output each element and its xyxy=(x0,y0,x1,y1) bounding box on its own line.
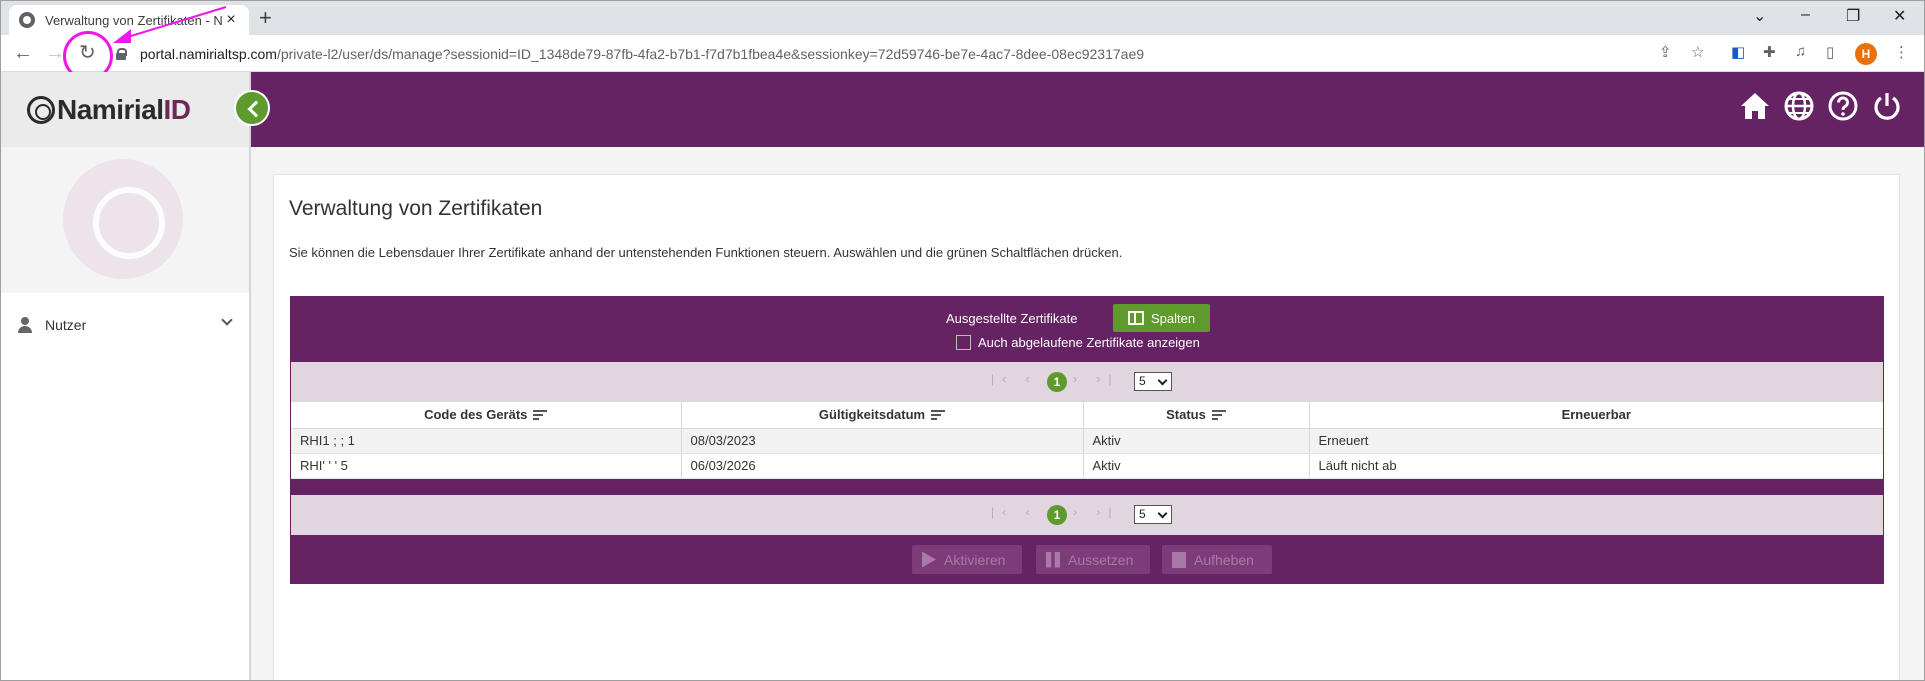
restore-icon[interactable]: ❐ xyxy=(1846,6,1860,26)
columns-button[interactable]: Spalten xyxy=(1113,304,1210,332)
sort-icon[interactable] xyxy=(1211,410,1226,421)
cell-device-code: RHI' ' ' 5 xyxy=(291,453,682,479)
globe-icon[interactable] xyxy=(1783,90,1815,122)
back-icon[interactable]: ← xyxy=(13,42,33,64)
url-host: portal.namirialtsp.com xyxy=(140,46,277,62)
activate-button-label: Aktivieren xyxy=(944,551,1006,568)
new-tab-button[interactable]: + xyxy=(259,7,272,29)
suspend-button-label: Aussetzen xyxy=(1068,551,1134,568)
app-area: Namirial ID Nutzer Verwaltung von Zertif… xyxy=(1,72,1924,680)
revoke-button[interactable]: Aufheben xyxy=(1162,545,1272,574)
checkbox-box[interactable] xyxy=(956,335,971,350)
columns-icon xyxy=(1127,311,1144,325)
url-path: /private-l2/user/ds/manage?sessionid=ID_… xyxy=(276,46,1145,62)
tab-strip: Verwaltung von Zertifikaten - Na × + ⌄ –… xyxy=(1,1,1924,35)
home-icon[interactable] xyxy=(1739,90,1771,122)
cell-device-code: RHI1 ; ; 1 xyxy=(291,428,682,454)
sidepanel-icon[interactable]: ▯ xyxy=(1826,43,1834,61)
certificates-panel: Ausgestellte Zertifikate Spalten Auch ab… xyxy=(290,296,1884,584)
page-description: Sie können die Lebensdauer Ihrer Zertifi… xyxy=(289,245,1123,260)
cell-status: Aktiv xyxy=(1083,453,1310,479)
certificates-table: Code des Geräts Gültigkeitsdatum Status … xyxy=(291,402,1883,479)
minimize-icon[interactable]: – xyxy=(1801,6,1810,24)
sort-icon[interactable] xyxy=(533,410,548,421)
panel-title: Ausgestellte Zertifikate xyxy=(946,311,1078,326)
action-bar: Aktivieren Aussetzen Aufheben xyxy=(290,541,1884,577)
column-header-device-code[interactable]: Code des Geräts xyxy=(291,402,682,429)
logo-text: Namirial xyxy=(57,93,164,125)
table-row[interactable]: RHI1 ; ; 1 08/03/2023 Aktiv Erneuert xyxy=(291,428,1883,454)
cell-validity-date: 06/03/2026 xyxy=(681,453,1084,479)
user-icon xyxy=(17,317,33,333)
logo-mark-icon xyxy=(27,95,55,124)
extension-icon[interactable]: ◧ xyxy=(1731,43,1745,61)
pager-top: |‹ ‹ 1 › ›| 5 xyxy=(291,362,1883,402)
power-icon[interactable] xyxy=(1871,90,1903,122)
table-row[interactable]: RHI' ' ' 5 06/03/2026 Aktiv Läuft nicht … xyxy=(291,453,1883,479)
pager-first-prev-icon[interactable]: |‹ ‹ xyxy=(991,372,1037,386)
page-size-select[interactable]: 5 xyxy=(1134,372,1172,391)
help-icon[interactable] xyxy=(1827,90,1859,122)
puzzle-icon[interactable]: ✚ xyxy=(1763,43,1776,61)
play-icon xyxy=(922,551,936,568)
share-icon[interactable]: ⇪ xyxy=(1659,43,1672,61)
pager-page-number[interactable]: 1 xyxy=(1047,372,1067,392)
sidebar-collapse-button[interactable] xyxy=(234,90,270,126)
star-icon[interactable]: ☆ xyxy=(1691,43,1704,61)
stop-icon xyxy=(1172,551,1186,568)
app-header xyxy=(251,72,1924,147)
column-header-status[interactable]: Status xyxy=(1083,402,1310,429)
column-header-renewable: Erneuerbar xyxy=(1309,402,1883,429)
pager-bottom: |‹ ‹ 1 › ›| 5 xyxy=(291,495,1883,535)
avatar-area xyxy=(1,147,249,293)
cell-renewable: Läuft nicht ab xyxy=(1309,453,1883,479)
panel-header: Ausgestellte Zertifikate Spalten Auch ab… xyxy=(290,296,1884,362)
columns-button-label: Spalten xyxy=(1150,310,1196,326)
pager-next-last-icon[interactable]: › ›| xyxy=(1073,505,1119,519)
logo: Namirial ID xyxy=(1,72,249,147)
sort-icon[interactable] xyxy=(931,410,946,421)
cell-validity-date: 08/03/2023 xyxy=(681,428,1084,454)
tab-search-icon[interactable]: ⌄ xyxy=(1753,6,1766,26)
media-icon[interactable]: ♫ xyxy=(1795,43,1806,60)
address-bar[interactable]: portal.namirialtsp.com/private-l2/user/d… xyxy=(116,42,1646,66)
profile-avatar[interactable]: H xyxy=(1855,43,1877,65)
show-expired-checkbox[interactable]: Auch abgelaufene Zertifikate anzeigen xyxy=(956,335,1200,350)
show-expired-label: Auch abgelaufene Zertifikate anzeigen xyxy=(978,335,1200,350)
chevron-down-icon xyxy=(221,314,233,326)
window-close-icon[interactable]: ✕ xyxy=(1893,6,1906,26)
content-card: Verwaltung von Zertifikaten Sie können d… xyxy=(273,174,1900,680)
menu-icon[interactable]: ⋮ xyxy=(1894,43,1909,61)
page-title: Verwaltung von Zertifikaten xyxy=(289,197,543,220)
sidebar: Namirial ID Nutzer xyxy=(1,72,251,680)
column-header-validity-date[interactable]: Gültigkeitsdatum xyxy=(681,402,1084,429)
page-size-select[interactable]: 5 xyxy=(1134,505,1172,524)
pager-next-last-icon[interactable]: › ›| xyxy=(1073,372,1119,386)
suspend-button[interactable]: Aussetzen xyxy=(1036,545,1150,574)
pager-first-prev-icon[interactable]: |‹ ‹ xyxy=(991,505,1037,519)
revoke-button-label: Aufheben xyxy=(1194,551,1254,568)
browser-window: Verwaltung von Zertifikaten - Na × + ⌄ –… xyxy=(0,0,1925,681)
cell-status: Aktiv xyxy=(1083,428,1310,454)
activate-button[interactable]: Aktivieren xyxy=(912,545,1022,574)
lock-icon[interactable] xyxy=(116,48,127,60)
logo-id: ID xyxy=(163,93,192,125)
pager-page-number[interactable]: 1 xyxy=(1047,505,1067,525)
avatar xyxy=(63,159,183,279)
pause-icon xyxy=(1046,551,1060,568)
sidebar-item-user[interactable]: Nutzer xyxy=(1,305,249,345)
sidebar-item-label: Nutzer xyxy=(45,317,87,333)
site-favicon-icon xyxy=(19,12,35,28)
forward-icon[interactable]: → xyxy=(45,42,65,64)
cell-renewable: Erneuert xyxy=(1309,428,1883,454)
